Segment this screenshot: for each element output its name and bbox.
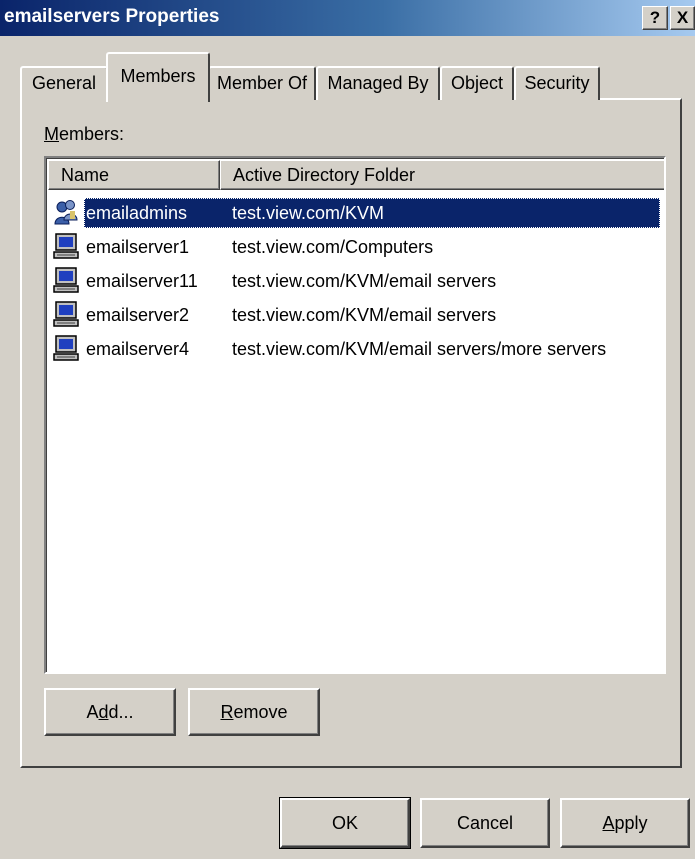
member-folder: test.view.com/KVM/email servers [232, 305, 497, 325]
title-bar[interactable]: emailservers Properties ? X [0, 0, 695, 36]
computer-icon [53, 267, 79, 293]
members-list[interactable]: Name Active Directory Folder emailadmins… [44, 156, 666, 674]
ok-button[interactable]: OK [279, 797, 411, 849]
tab-security[interactable]: Security [514, 66, 600, 100]
column-header-folder[interactable]: Active Directory Folder [220, 160, 664, 190]
list-item[interactable]: emailserver4 test.view.com/KVM/email ser… [48, 332, 664, 364]
computer-icon [53, 233, 79, 259]
apply-label-mnemonic: A [602, 813, 615, 833]
member-name: emailserver1 [86, 237, 190, 257]
tab-member-of[interactable]: Member Of [208, 66, 316, 100]
add-button[interactable]: Add... [44, 688, 176, 736]
members-label-text: embers: [59, 124, 125, 144]
add-label-post: d... [108, 702, 134, 722]
tab-general[interactable]: General [20, 66, 108, 100]
member-folder: test.view.com/KVM/email servers [232, 271, 497, 291]
apply-button[interactable]: Apply [560, 798, 690, 848]
member-folder: test.view.com/KVM/email servers/more ser… [232, 339, 607, 359]
member-name: emailserver2 [86, 305, 190, 325]
member-name: emailadmins [86, 203, 188, 223]
list-item[interactable]: emailserver11 test.view.com/KVM/email se… [48, 264, 664, 296]
list-item[interactable]: emailserver2 test.view.com/KVM/email ser… [48, 298, 664, 330]
member-folder: test.view.com/KVM [232, 203, 385, 223]
list-item[interactable]: emailadmins test.view.com/KVM [48, 196, 664, 228]
computer-icon [53, 335, 79, 361]
tab-object[interactable]: Object [440, 66, 514, 100]
close-button[interactable]: X [670, 6, 695, 30]
cancel-button[interactable]: Cancel [420, 798, 550, 848]
remove-label-post: emove [233, 702, 288, 722]
window-title: emailservers Properties [4, 6, 220, 27]
apply-label-post: pply [614, 813, 648, 833]
remove-button[interactable]: Remove [188, 688, 320, 736]
tab-strip: General Members Member Of Managed By Obj… [20, 52, 680, 102]
list-item[interactable]: emailserver1 test.view.com/Computers [48, 230, 664, 262]
member-name: emailserver4 [86, 339, 190, 359]
tab-managed-by[interactable]: Managed By [316, 66, 440, 100]
help-button[interactable]: ? [642, 6, 668, 30]
list-header: Name Active Directory Folder [48, 160, 664, 190]
member-folder: test.view.com/Computers [232, 237, 434, 257]
column-header-name[interactable]: Name [48, 160, 220, 190]
members-label-mnemonic: M [44, 124, 59, 144]
add-label-mnemonic: d [98, 702, 109, 722]
remove-label-mnemonic: R [220, 702, 234, 722]
tab-members[interactable]: Members [106, 52, 210, 102]
add-label-pre: A [86, 702, 99, 722]
members-label: Members: [44, 124, 124, 145]
computer-icon [53, 301, 79, 327]
member-name: emailserver11 [86, 271, 198, 291]
properties-dialog: emailservers Properties ? X General Memb… [0, 0, 695, 859]
user-group-icon [54, 200, 78, 225]
